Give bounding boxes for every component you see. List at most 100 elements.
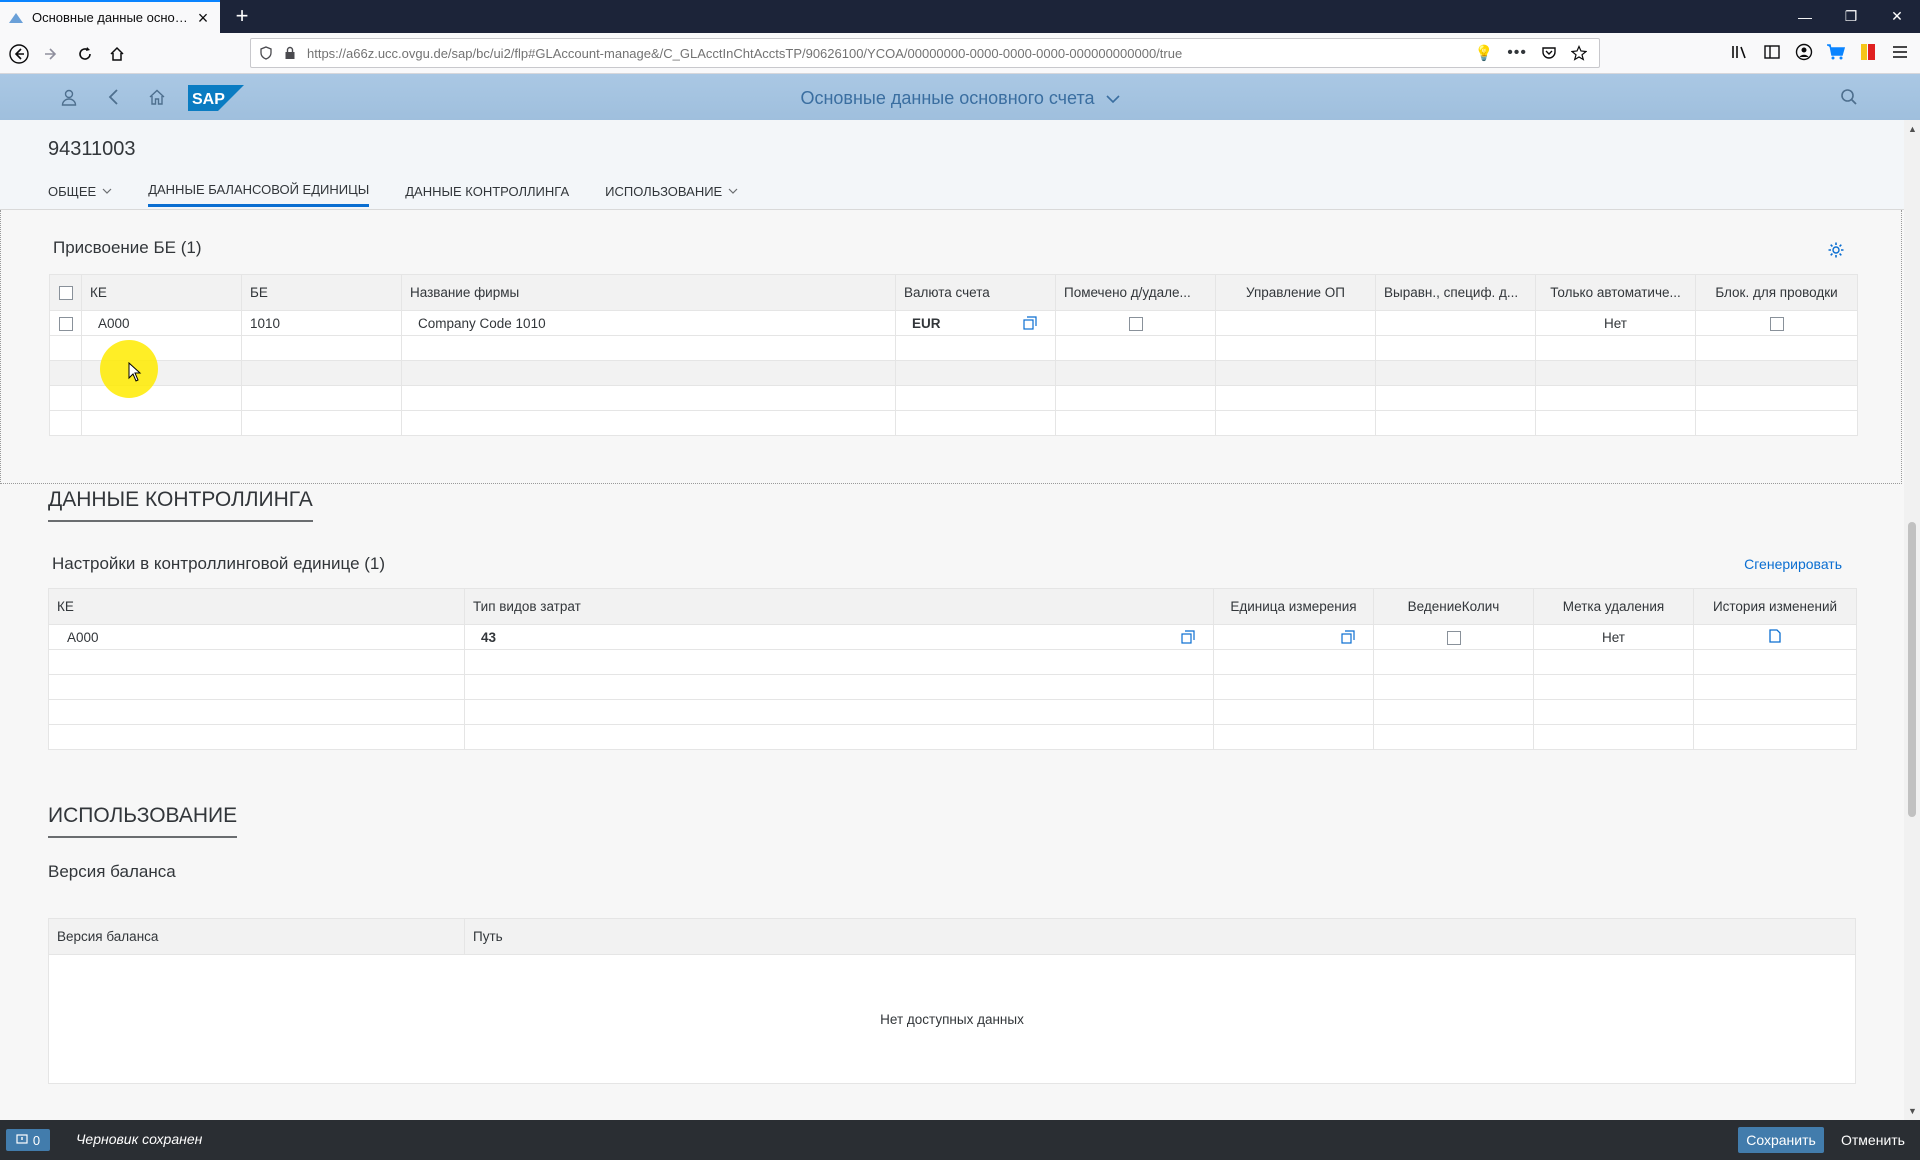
scroll-down-icon[interactable]: ▼ — [1908, 1106, 1917, 1116]
table-row-empty — [49, 410, 1858, 436]
select-all-checkbox[interactable] — [58, 286, 73, 301]
chevron-down-icon — [102, 188, 112, 194]
posting-block-checkbox[interactable] — [1769, 316, 1784, 331]
chevron-down-icon — [728, 188, 738, 194]
app-title-text: Основные данные основного счета — [800, 88, 1095, 108]
url-bar[interactable]: https://a66z.ucc.ovgu.de/sap/bc/ui2/flp#… — [250, 38, 1600, 68]
pocket-icon[interactable] — [1541, 45, 1557, 61]
column-header[interactable]: Путь — [465, 919, 1855, 954]
object-page-content: Присвоение БЕ (1) КЕ БЕ Название фирмы В… — [0, 210, 1904, 1120]
browser-tabbar: Основные данные основного × + — ❐ ✕ — [0, 0, 1920, 33]
anchor-general[interactable]: ОБЩЕЕ — [48, 182, 112, 207]
menu-icon[interactable] — [1890, 41, 1910, 63]
company-name-cell: Company Code 1010 — [401, 310, 896, 336]
cancel-button[interactable]: Отменить — [1834, 1127, 1912, 1153]
page-actions-icon[interactable]: ••• — [1507, 44, 1527, 62]
cart-icon[interactable] — [1826, 41, 1846, 63]
value-help-icon[interactable] — [1181, 629, 1195, 644]
app-title[interactable]: Основные данные основного счета — [0, 88, 1920, 109]
table-row-empty — [48, 674, 1857, 700]
message-count: 0 — [32, 1132, 41, 1148]
restore-icon[interactable]: ❐ — [1828, 0, 1874, 33]
column-header[interactable]: ВедениеКолич — [1373, 588, 1534, 625]
company-code-section: Присвоение БЕ (1) КЕ БЕ Название фирмы В… — [0, 210, 1902, 484]
controlling-area-cell: A000 — [48, 624, 465, 650]
column-header[interactable]: Управление ОП — [1215, 274, 1376, 311]
usage-section-title: ИСПОЛЬЗОВАНИЕ — [48, 804, 238, 838]
deletion-flag-cell: Нет — [1533, 624, 1694, 650]
table-row[interactable]: A000 1010 Company Code 1010 EUR Нет — [49, 310, 1858, 336]
value-help-icon[interactable] — [1023, 315, 1037, 330]
object-page-header: 94311003 ОБЩЕЕ ДАННЫЕ БАЛАНСОВОЙ ЕДИНИЦЫ… — [0, 120, 1904, 210]
save-button[interactable]: Сохранить — [1738, 1127, 1824, 1153]
table-row[interactable]: A000 43 Нет — [48, 624, 1857, 650]
vertical-scrollbar[interactable]: ▲ ▼ — [1904, 120, 1920, 1120]
library-icon[interactable] — [1730, 41, 1750, 63]
lock-icon[interactable] — [283, 46, 297, 60]
generate-link[interactable]: Сгенерировать — [1744, 556, 1842, 572]
column-header[interactable]: Единица измерения — [1213, 588, 1374, 625]
new-tab-icon[interactable]: + — [230, 4, 254, 28]
scrollbar-thumb[interactable] — [1908, 522, 1916, 817]
table-header-row: КЕ Тип видов затрат Единица измерения Ве… — [48, 588, 1857, 625]
table-row-empty — [49, 360, 1858, 386]
minimize-icon[interactable]: — — [1782, 0, 1828, 33]
search-icon[interactable] — [1836, 84, 1862, 110]
column-header[interactable]: Метка удаления — [1533, 588, 1694, 625]
extension-icon[interactable] — [1858, 41, 1878, 63]
sidebar-icon[interactable] — [1762, 41, 1782, 63]
table-row-empty — [49, 385, 1858, 411]
column-header[interactable]: КЕ — [48, 588, 465, 625]
forward-icon[interactable] — [38, 41, 64, 67]
column-header[interactable]: Выравн., специф. д... — [1375, 274, 1536, 311]
column-header[interactable]: История изменений — [1693, 588, 1857, 625]
gear-icon[interactable] — [1827, 241, 1845, 259]
browser-tab[interactable]: Основные данные основного × — [0, 0, 220, 33]
controlling-area-cell: A000 — [81, 310, 242, 336]
home-icon[interactable] — [104, 41, 130, 67]
anchor-label: ОБЩЕЕ — [48, 183, 97, 199]
footer-toolbar: 0 Черновик сохранен Сохранить Отменить — [0, 1120, 1920, 1160]
reload-icon[interactable] — [72, 41, 98, 67]
anchor-controlling-data[interactable]: ДАННЫЕ КОНТРОЛЛИНГА — [405, 182, 569, 207]
anchor-usage[interactable]: ИСПОЛЬЗОВАНИЕ — [605, 182, 738, 207]
row-select-checkbox[interactable] — [58, 316, 73, 331]
shield-icon[interactable] — [259, 46, 273, 60]
lightbulb-icon[interactable]: 💡 — [1475, 44, 1494, 62]
column-header[interactable]: Валюта счета — [895, 274, 1056, 311]
currency-cell[interactable]: EUR — [895, 310, 1056, 336]
cost-element-type-value: 43 — [481, 629, 497, 645]
cost-element-type-cell[interactable]: 43 — [464, 624, 1214, 650]
column-header[interactable]: Помечено д/удале... — [1055, 274, 1216, 311]
window-close-icon[interactable]: ✕ — [1874, 0, 1920, 33]
column-header[interactable]: Версия баланса — [49, 919, 465, 954]
back-icon[interactable] — [6, 41, 32, 67]
tab-close-icon[interactable]: × — [194, 9, 212, 27]
value-help-icon[interactable] — [1341, 630, 1355, 644]
select-all-cell — [49, 274, 82, 311]
browser-navbar: https://a66z.ucc.ovgu.de/sap/bc/ui2/flp#… — [0, 33, 1920, 74]
column-header[interactable]: БЕ — [241, 274, 402, 311]
column-header[interactable]: КЕ — [81, 274, 242, 311]
bookmark-star-icon[interactable] — [1571, 45, 1587, 61]
company-code-link[interactable]: 1010 — [241, 310, 402, 336]
change-history-icon[interactable] — [1768, 628, 1782, 643]
account-icon[interactable] — [1794, 41, 1814, 63]
sap-shell-bar: SAP Основные данные основного счета — [0, 74, 1920, 120]
scroll-up-icon[interactable]: ▲ — [1908, 124, 1917, 134]
unit-cell[interactable] — [1213, 624, 1374, 650]
deletion-mark-checkbox[interactable] — [1128, 316, 1143, 331]
anchor-label: ИСПОЛЬЗОВАНИЕ — [605, 183, 723, 199]
chevron-down-icon — [1105, 95, 1120, 104]
messages-button[interactable]: 0 — [6, 1129, 50, 1151]
column-header[interactable]: Блок. для проводки — [1695, 274, 1858, 311]
quantity-checkbox[interactable] — [1446, 630, 1461, 645]
anchor-label: ДАННЫЕ БАЛАНСОВОЙ ЕДИНИЦЫ — [148, 182, 370, 197]
column-header[interactable]: Тип видов затрат — [464, 588, 1214, 625]
tab-title: Основные данные основного — [32, 10, 194, 25]
page-title: 94311003 — [48, 138, 136, 160]
controlling-section-title: ДАННЫЕ КОНТРОЛЛИНГА — [48, 488, 313, 522]
column-header[interactable]: Название фирмы — [401, 274, 896, 311]
anchor-company-code-data[interactable]: ДАННЫЕ БАЛАНСОВОЙ ЕДИНИЦЫ — [148, 182, 370, 207]
column-header[interactable]: Только автоматиче... — [1535, 274, 1696, 311]
